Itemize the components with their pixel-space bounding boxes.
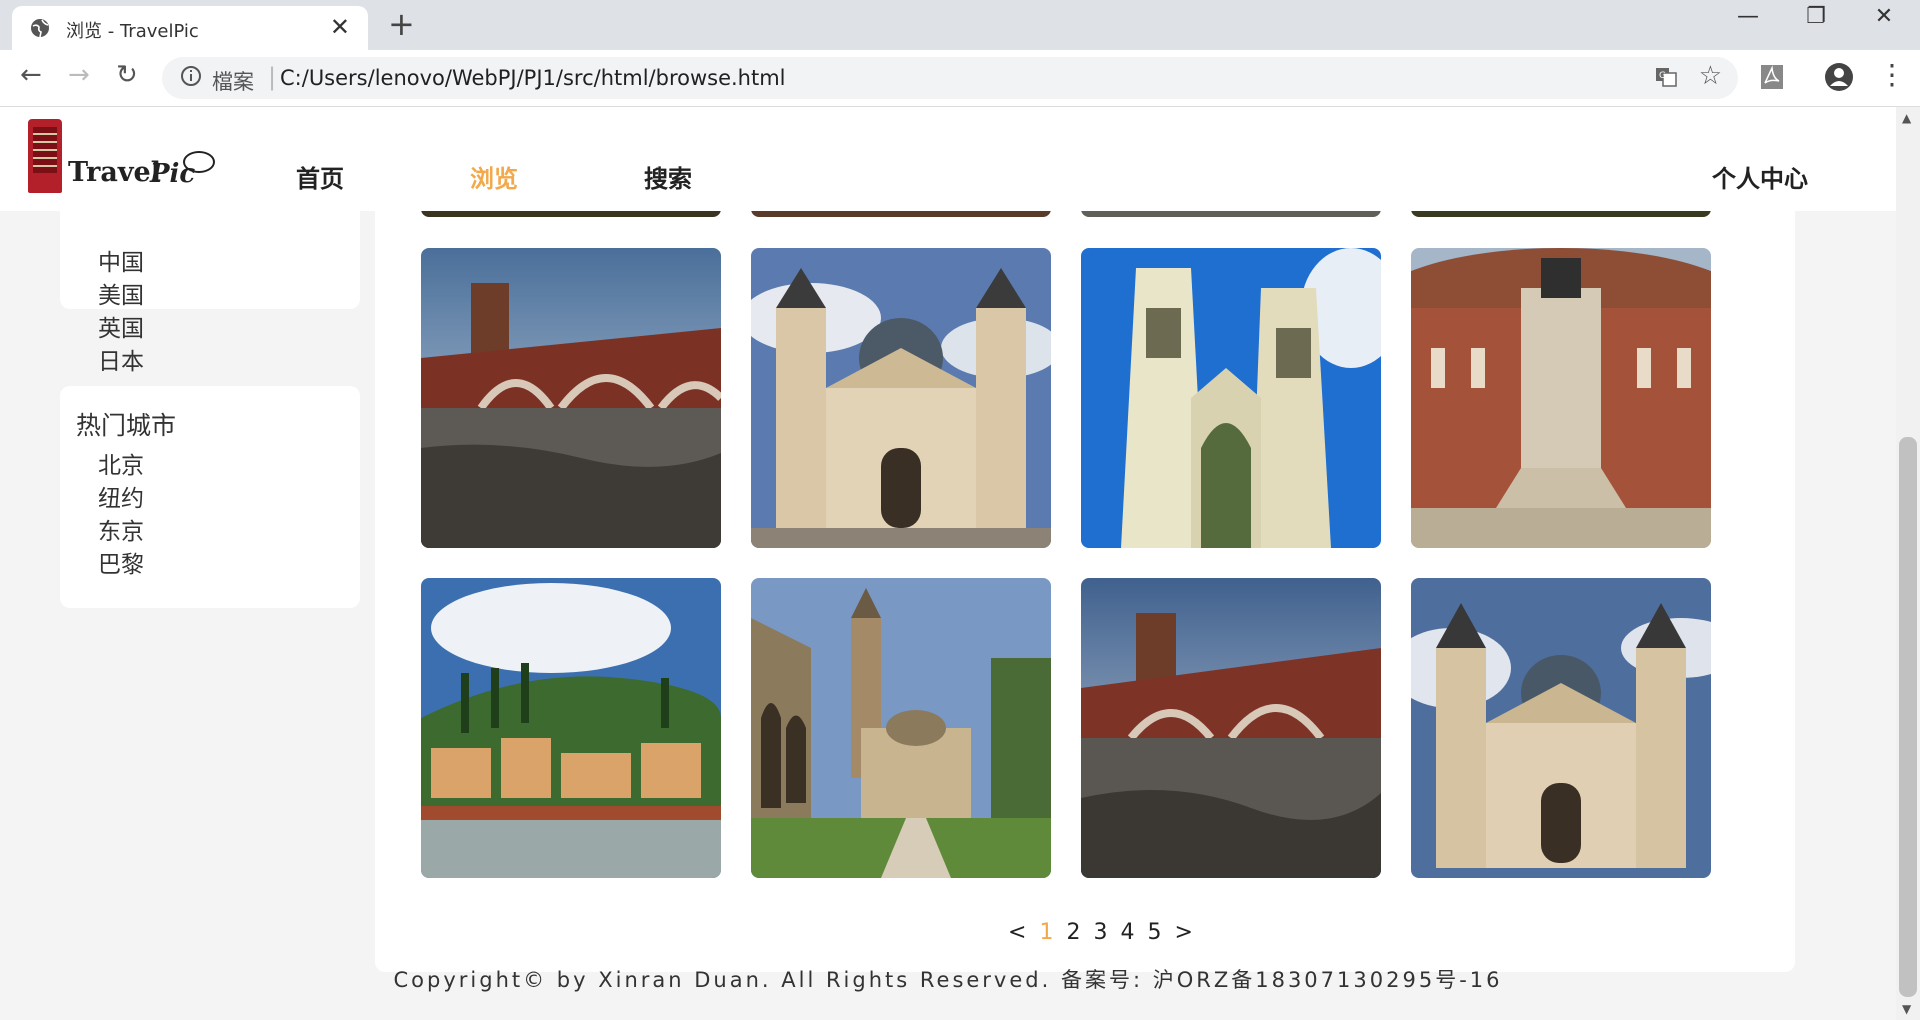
address-separator: | [268, 63, 277, 91]
pagination: < 1 2 3 4 5 > [1005, 920, 1196, 945]
page-number[interactable]: 3 [1093, 920, 1107, 945]
photo-thumbnail[interactable] [1411, 578, 1711, 878]
info-icon[interactable] [180, 65, 202, 87]
city-item[interactable]: 东京 [98, 516, 144, 549]
page-viewport: 中国 美国 英国 日本 热门城市 北京 纽约 东京 巴黎 < 1 2 3 4 5… [0, 107, 1896, 1020]
page-number[interactable]: 5 [1147, 920, 1161, 945]
photo-thumbnail[interactable] [751, 578, 1051, 878]
forward-icon[interactable]: → [68, 60, 90, 90]
photo-thumbnail[interactable] [421, 248, 721, 548]
next-page-button[interactable]: > [1174, 920, 1192, 945]
restore-icon[interactable]: ❐ [1786, 4, 1846, 29]
scrollbar-thumb[interactable] [1899, 437, 1917, 997]
page-number[interactable]: 4 [1120, 920, 1134, 945]
nav-home[interactable]: 首页 [296, 159, 344, 194]
city-item[interactable]: 纽约 [98, 483, 144, 516]
photo-thumbnail[interactable] [1081, 578, 1381, 878]
logo-text-travel: Travel [68, 157, 161, 188]
tab-title: 浏览 - TravelPic [66, 21, 199, 42]
scroll-up-icon[interactable]: ▲ [1902, 111, 1911, 125]
country-item[interactable]: 日本 [98, 346, 144, 379]
nav-user-center[interactable]: 个人中心 [1712, 159, 1808, 194]
page-footer: Copyright© by Xinran Duan. All Rights Re… [393, 968, 1503, 992]
minimize-icon[interactable]: — [1718, 4, 1778, 29]
nav-search[interactable]: 搜索 [644, 159, 692, 194]
country-item[interactable]: 中国 [98, 247, 144, 280]
profile-icon[interactable] [1824, 62, 1854, 92]
photo-thumbnail[interactable] [421, 578, 721, 878]
page-number-current[interactable]: 1 [1039, 920, 1053, 945]
bookmark-star-icon[interactable]: ☆ [1699, 61, 1722, 91]
hot-cities-card: 热门城市 北京 纽约 东京 巴黎 [60, 386, 360, 608]
travelpic-logo[interactable]: Travel Pic [28, 119, 215, 199]
site-header: Travel Pic 首页 浏览 搜索 个人中心 [0, 107, 1896, 211]
pdf-extension-icon[interactable] [1760, 64, 1784, 90]
prev-page-button[interactable]: < [1008, 920, 1026, 945]
photo-thumbnail[interactable] [1411, 248, 1711, 548]
page-scrollbar[interactable]: ▲ ▼ [1896, 107, 1920, 1020]
city-item[interactable]: 巴黎 [98, 549, 144, 582]
new-tab-icon[interactable]: + [388, 5, 415, 43]
translate-icon[interactable]: G [1654, 65, 1678, 89]
gallery-card: < 1 2 3 4 5 > [375, 107, 1795, 972]
browser-tab[interactable]: 浏览 - TravelPic ✕ [12, 6, 368, 50]
nav-browse[interactable]: 浏览 [470, 159, 518, 194]
globe-icon [31, 19, 49, 38]
reload-icon[interactable]: ↻ [116, 60, 138, 90]
photo-thumbnail[interactable] [1081, 248, 1381, 548]
url-text[interactable]: C:/Users/lenovo/WebPJ/PJ1/src/html/brows… [280, 66, 786, 90]
phone-booth-icon [28, 119, 62, 193]
address-bar[interactable]: 檔案 | C:/Users/lenovo/WebPJ/PJ1/src/html/… [162, 57, 1738, 99]
svg-text:G: G [1659, 71, 1666, 81]
browser-menu-icon[interactable]: ⋮ [1878, 58, 1906, 91]
tab-strip: 浏览 - TravelPic ✕ + — ❐ ✕ [0, 0, 1920, 50]
back-icon[interactable]: ← [20, 60, 42, 90]
page-number[interactable]: 2 [1066, 920, 1080, 945]
browser-toolbar: ← → ↻ 檔案 | C:/Users/lenovo/WebPJ/PJ1/src… [0, 50, 1920, 107]
scroll-down-icon[interactable]: ▼ [1902, 1002, 1911, 1016]
window-close-icon[interactable]: ✕ [1854, 4, 1914, 29]
photo-thumbnail[interactable] [751, 248, 1051, 548]
speech-bubble-icon [183, 151, 215, 173]
country-item[interactable]: 美国 [98, 280, 144, 313]
country-item[interactable]: 英国 [98, 313, 144, 346]
tab-close-icon[interactable]: ✕ [330, 13, 350, 41]
security-label: 檔案 [212, 70, 254, 94]
city-item[interactable]: 北京 [98, 450, 144, 483]
hot-cities-title: 热门城市 [76, 411, 177, 440]
